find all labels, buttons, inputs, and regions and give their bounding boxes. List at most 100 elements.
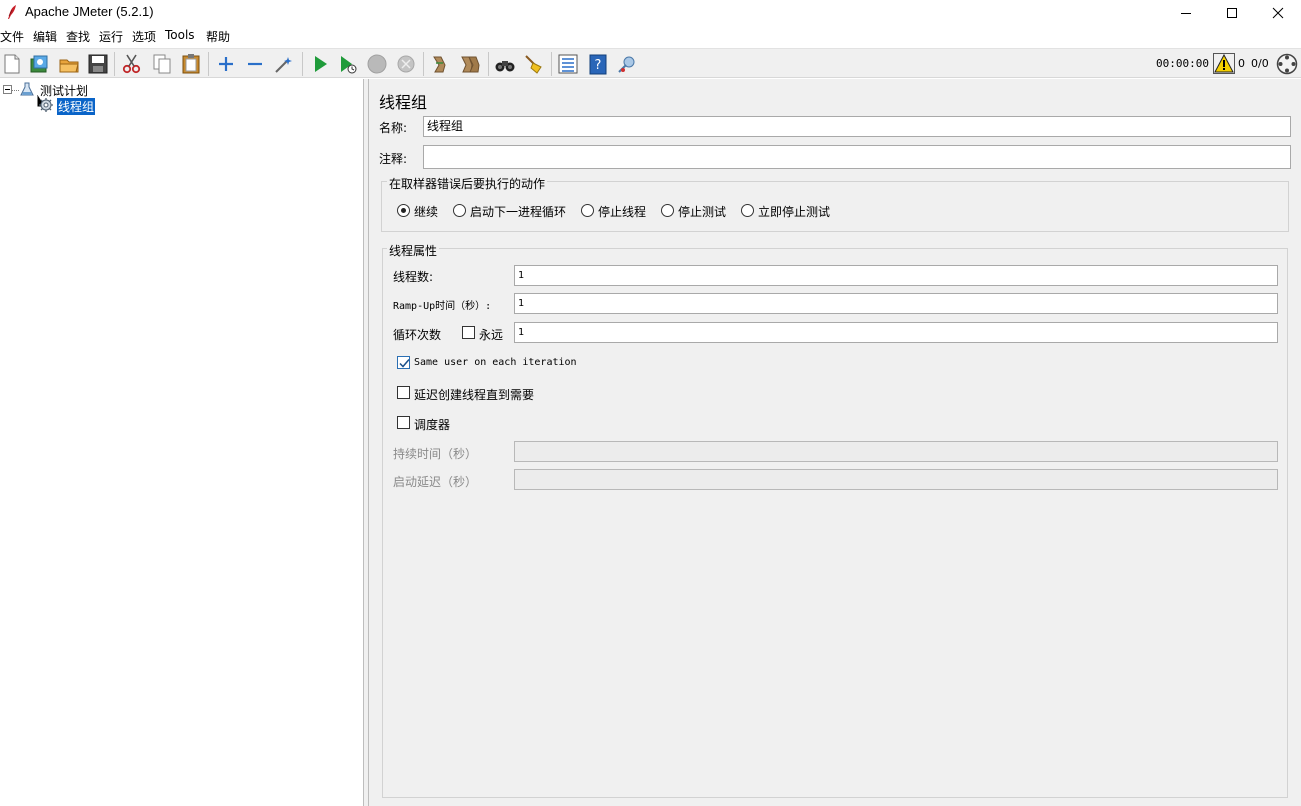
maximize-icon (1227, 8, 1237, 18)
toolbar-separator (551, 52, 552, 76)
elapsed-timer: 00:00:00 (1156, 57, 1209, 70)
toolbar-separator (488, 52, 489, 76)
menu-run[interactable]: 运行 (99, 28, 123, 45)
binoculars-icon (495, 61, 515, 72)
radio-stop-test-now[interactable] (741, 204, 754, 217)
radio-continue[interactable] (397, 204, 410, 217)
copy-icon (153, 54, 171, 74)
start-button[interactable] (309, 53, 331, 75)
broom-clear-icon (433, 56, 446, 73)
error-count: 0 (1238, 57, 1245, 70)
same-user-label: Same user on each iteration (414, 357, 577, 368)
tree-node-thread-group-selected[interactable]: 线程组 (55, 97, 97, 116)
menu-options[interactable]: 选项 (132, 28, 156, 45)
save-icon (88, 54, 108, 74)
threads-field[interactable]: 1 (514, 265, 1278, 286)
new-file-icon (4, 54, 20, 74)
rampup-label: Ramp-Up时间（秒）: (393, 301, 492, 312)
function-helper-button[interactable] (557, 53, 579, 75)
toolbar-separator (423, 52, 424, 76)
same-user-checkbox[interactable] (397, 356, 410, 369)
radio-start-next-loop[interactable] (453, 204, 466, 217)
radio-stop-thread-label: 停止线程 (598, 205, 647, 219)
menu-help[interactable]: 帮助 (206, 28, 230, 45)
play-icon (315, 56, 327, 72)
comment-field[interactable] (423, 145, 1291, 169)
clear-button[interactable] (429, 53, 451, 75)
menu-edit[interactable]: 编辑 (33, 28, 57, 45)
plus-icon (219, 57, 233, 71)
menu-search[interactable]: 查找 (66, 28, 90, 45)
startup-delay-field (514, 469, 1278, 490)
cut-button[interactable] (121, 53, 143, 75)
remote-start-button[interactable] (616, 53, 638, 75)
svg-text:?: ? (595, 58, 602, 73)
toolbar-separator (302, 52, 303, 76)
search-button[interactable] (494, 53, 516, 75)
duration-field (514, 441, 1278, 462)
minimize-button[interactable] (1163, 0, 1209, 26)
remote-engine-icon (618, 56, 635, 73)
new-button[interactable] (1, 53, 23, 75)
toolbar-separator (208, 52, 209, 76)
toolbar-separator (114, 52, 115, 76)
jmeter-feather-icon (8, 5, 16, 19)
paste-button[interactable] (180, 53, 202, 75)
open-button[interactable] (58, 53, 80, 75)
shutdown-icon (397, 55, 415, 73)
test-plan-tree: 测试计划 线程组 (0, 79, 364, 806)
radio-start-next-loop-label: 启动下一进程循环 (470, 205, 567, 219)
on-error-group-title: 在取样器错误后要执行的动作 (387, 175, 548, 192)
delay-thread-creation-label: 延迟创建线程直到需要 (414, 388, 535, 402)
maximize-button[interactable] (1209, 0, 1255, 26)
scheduler-label: 调度器 (414, 418, 451, 432)
radio-stop-test-now-label: 立即停止测试 (758, 205, 831, 219)
forever-checkbox[interactable] (462, 326, 475, 339)
copy-button[interactable] (151, 53, 173, 75)
threads-label: 线程数: (393, 270, 434, 284)
minimize-icon (1181, 13, 1191, 14)
stop-icon (367, 54, 387, 74)
delay-thread-creation-checkbox[interactable] (397, 386, 410, 399)
scissors-icon (122, 54, 141, 74)
startup-delay-label: 启动延迟（秒） (393, 475, 478, 489)
collapse-all-button[interactable] (244, 53, 266, 75)
reset-search-button[interactable] (523, 53, 545, 75)
list-icon (558, 54, 578, 74)
window-title: Apache JMeter (5.2.1) (25, 4, 154, 19)
close-button[interactable] (1255, 0, 1301, 26)
menu-bar: 文件 编辑 查找 运行 选项 Tools 帮助 (0, 27, 1301, 46)
broom-clear-all-icon (461, 56, 480, 73)
minus-icon (248, 62, 262, 66)
shutdown-button[interactable] (395, 53, 417, 75)
test-plan-icon (20, 82, 34, 96)
name-field[interactable]: 线程组 (423, 116, 1291, 137)
expand-all-button[interactable] (215, 53, 237, 75)
panel-title: 线程组 (379, 93, 428, 112)
toggle-button[interactable] (273, 53, 295, 75)
radio-stop-test[interactable] (661, 204, 674, 217)
scheduler-checkbox[interactable] (397, 416, 410, 429)
menu-tools[interactable]: Tools (165, 28, 195, 42)
radio-stop-thread[interactable] (581, 204, 594, 217)
log-viewer-toggle-icon[interactable] (1276, 53, 1298, 75)
menu-file[interactable]: 文件 (0, 28, 24, 45)
checkmark-icon (399, 359, 410, 368)
open-folder-icon (59, 59, 79, 73)
templates-button[interactable] (28, 53, 50, 75)
tree-node-test-plan[interactable]: 测试计划 (40, 82, 88, 99)
paste-icon (182, 54, 200, 74)
warning-icon[interactable] (1213, 53, 1235, 74)
radio-continue-label: 继续 (414, 205, 439, 219)
reset-search-broom-icon (525, 55, 542, 74)
active-threads-count: 0/0 (1251, 57, 1269, 70)
save-button[interactable] (87, 53, 109, 75)
thread-properties-group-title: 线程属性 (387, 242, 440, 259)
stop-button[interactable] (366, 53, 388, 75)
loop-count-field[interactable]: 1 (514, 322, 1278, 343)
clear-all-button[interactable] (459, 53, 481, 75)
thread-group-panel: 线程组 名称: 线程组 注释: 在取样器错误后要执行的动作 继续 启动下一进程循… (369, 79, 1301, 806)
help-button[interactable]: ? (587, 53, 609, 75)
start-no-pauses-button[interactable] (337, 53, 359, 75)
rampup-field[interactable]: 1 (514, 293, 1278, 314)
